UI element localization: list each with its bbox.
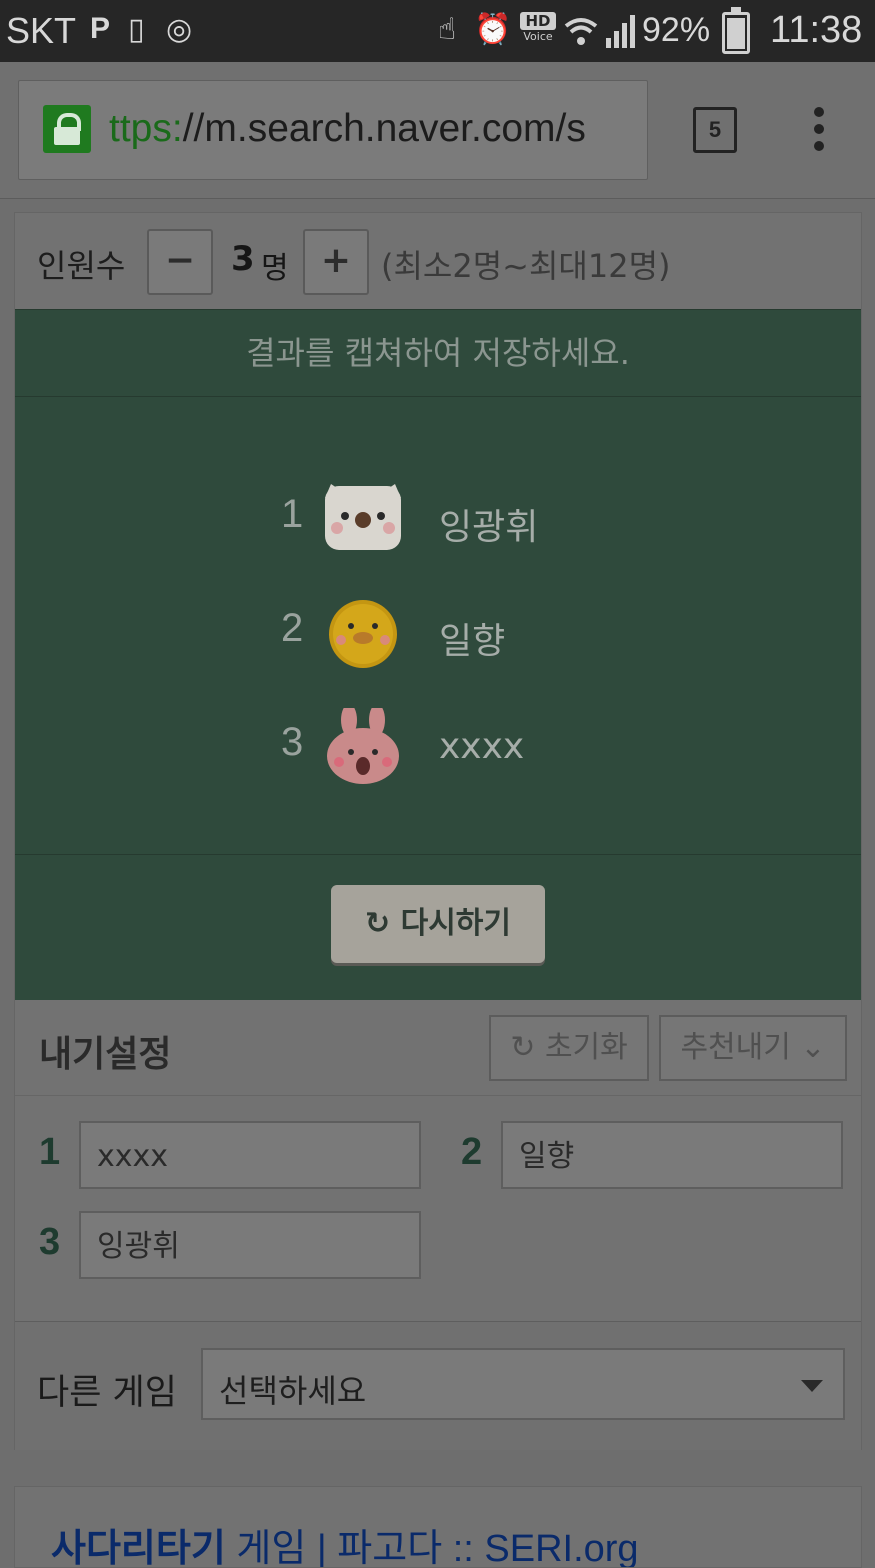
bet-field-3[interactable]: 잉광휘 — [79, 1211, 421, 1279]
settings-header: 내기설정 ↻ 초기화 추천내기 ⌄ — [15, 999, 861, 1096]
tab-switcher-button[interactable]: 5 — [693, 107, 737, 153]
retry-button[interactable]: ↻ 다시하기 — [331, 885, 545, 963]
recommend-bet-dropdown[interactable]: 추천내기 ⌄ — [659, 1015, 847, 1081]
p-icon: P — [90, 12, 111, 45]
result-board: 결과를 캡쳐하여 저장하세요. 1 잉광휘 2 일향 3 xxxx ↻ 다시하기 — [15, 309, 861, 1000]
other-game-label: 다른 게임 — [37, 1373, 177, 1413]
address-bar[interactable]: ttps://m.search.naver.com/s — [18, 80, 648, 180]
hd-voice-icon: HD Voice — [520, 12, 556, 46]
reset-button[interactable]: ↻ 초기화 — [489, 1015, 649, 1081]
result-rank: 3 — [281, 720, 304, 764]
status-bar: SKT P ▯ ◎ ☝ ⏰ HD Voice 92% 11:38 — [0, 0, 875, 62]
instagram-icon: ◎ — [166, 12, 193, 47]
white-dog-avatar-icon — [325, 484, 401, 550]
settings-title: 내기설정 — [39, 1034, 172, 1075]
people-range-hint: (최소2명~최대12명) — [381, 247, 671, 285]
wifi-icon — [564, 18, 598, 45]
bet-field-1[interactable]: xxxx — [79, 1121, 421, 1189]
result-rank: 1 — [281, 492, 304, 536]
result-name: 잉광휘 — [439, 507, 539, 548]
capture-message: 결과를 캡쳐하여 저장하세요. — [15, 310, 861, 397]
alarm-icon: ⏰ — [474, 12, 512, 47]
bet-field-2[interactable]: 일향 — [501, 1121, 843, 1189]
url-text[interactable]: ttps://m.search.naver.com/s — [109, 107, 586, 151]
result-row: 2 일향 — [15, 586, 861, 686]
carrier-label: SKT — [6, 10, 77, 51]
result-name: 일향 — [439, 621, 506, 662]
signal-icon — [606, 15, 635, 48]
field-number: 2 — [461, 1131, 483, 1173]
increase-button[interactable]: + — [303, 229, 369, 295]
yellow-chick-avatar-icon — [329, 600, 397, 668]
people-count-unit: 명 — [261, 251, 289, 286]
decrease-button[interactable]: − — [147, 229, 213, 295]
people-count-row: 인원수 − 3 명 + (최소2명~최대12명) — [15, 213, 861, 309]
dropdown-arrow-icon — [801, 1380, 823, 1392]
ladder-game-card: 인원수 − 3 명 + (최소2명~최대12명) 결과를 캡쳐하여 저장하세요.… — [14, 212, 862, 1450]
browser-toolbar: ttps://m.search.naver.com/s 5 — [0, 62, 875, 199]
refresh-icon: ↻ — [365, 906, 401, 941]
people-count-value: 3 — [231, 239, 255, 279]
refresh-icon: ↻ — [510, 1030, 545, 1065]
board-footer: ↻ 다시하기 — [15, 854, 861, 1001]
nfc-icon: ▯ — [128, 12, 145, 47]
other-game-select[interactable]: 선택하세요 — [201, 1348, 845, 1420]
result-rank: 2 — [281, 606, 304, 650]
clock: 11:38 — [770, 9, 863, 51]
people-count-label: 인원수 — [37, 247, 126, 285]
lock-icon — [43, 105, 91, 153]
field-number: 1 — [39, 1131, 61, 1173]
field-number: 3 — [39, 1221, 61, 1263]
search-result-link[interactable]: 사다리타기 게임 | 파고다 :: SERI.org — [51, 1517, 639, 1567]
other-game-row: 다른 게임 선택하세요 — [15, 1321, 861, 1450]
result-row: 3 xxxx — [15, 700, 861, 800]
result-row: 1 잉광휘 — [15, 472, 861, 572]
menu-icon[interactable] — [808, 107, 830, 155]
pink-rabbit-avatar-icon — [327, 708, 399, 784]
battery-icon — [722, 7, 750, 54]
result-name: xxxx — [439, 726, 525, 767]
battery-percent: 92% — [642, 11, 711, 49]
touch-icon: ☝ — [438, 12, 457, 47]
chevron-down-icon: ⌄ — [790, 1030, 826, 1065]
